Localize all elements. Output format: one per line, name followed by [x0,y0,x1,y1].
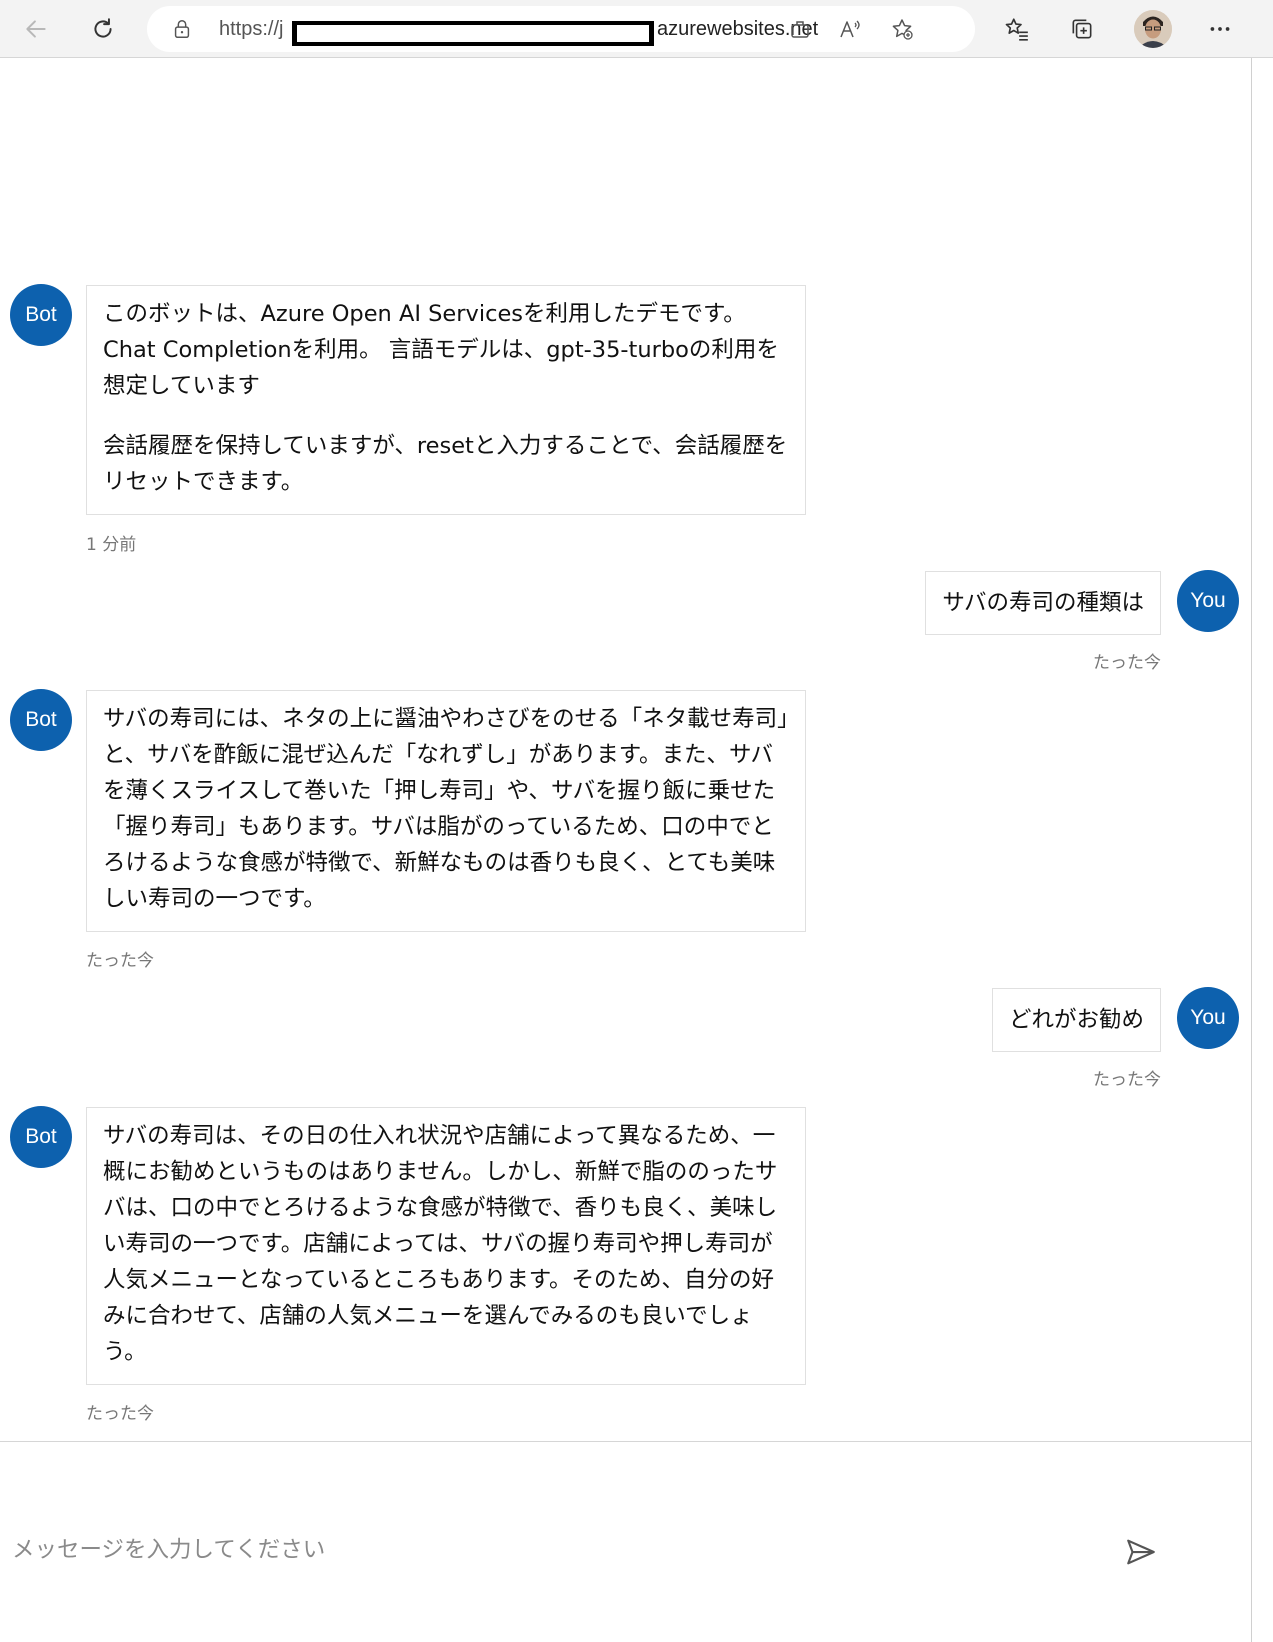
refresh-icon[interactable] [84,10,122,48]
app-available-icon[interactable] [785,14,815,44]
url-prefix: https://j [219,18,284,40]
message-timestamp: たった今 [1093,653,1161,673]
collections-icon[interactable] [1063,10,1101,48]
message-text: サバの寿司には、ネタの上に醤油やわさびをのせる「ネタ載せ寿司」と、サバを酢飯に混… [103,706,789,912]
lock-icon[interactable] [169,16,195,42]
message-composer [0,1441,1251,1642]
message-text: どれがお勧め [1008,1007,1144,1033]
page-divider [1251,58,1252,1642]
send-icon [1127,1539,1155,1565]
message-text: このボットは、Azure Open AI Servicesを利用したデモです。 … [103,301,779,399]
user-message: どれがお勧め [991,988,1161,1052]
address-bar[interactable]: https://j azurewebsites.net [147,6,975,52]
favorites-icon[interactable] [998,10,1036,48]
message-timestamp: たった今 [86,1404,154,1424]
send-button[interactable] [1119,1530,1163,1574]
message-text: サバの寿司の種類は [942,590,1144,616]
bot-message: サバの寿司は、その日の仕入れ状況や店舗によって異なるため、一概にお勧めというもの… [86,1107,806,1385]
user-message: サバの寿司の種類は [925,571,1161,635]
message-timestamp: 1 分前 [86,535,137,555]
message-timestamp: たった今 [86,951,154,971]
bot-message: このボットは、Azure Open AI Servicesを利用したデモです。 … [86,285,806,515]
message-text: サバの寿司は、その日の仕入れ状況や店舗によって異なるため、一概にお勧めというもの… [103,1123,778,1365]
bot-message: サバの寿司には、ネタの上に醤油やわさびをのせる「ネタ載せ寿司」と、サバを酢飯に混… [86,690,806,932]
profile-avatar[interactable] [1134,10,1172,48]
bot-avatar: Bot [10,284,72,346]
more-icon[interactable] [1201,10,1239,48]
add-favorite-icon[interactable] [887,14,917,44]
bot-avatar: Bot [10,1106,72,1168]
back-arrow-icon[interactable] [17,10,55,48]
message-text: 会話履歴を保持していますが、resetと入力することで、会話履歴をリセットできま… [103,433,788,495]
user-avatar: You [1177,570,1239,632]
message-input[interactable] [12,1530,1092,1570]
redacted-url-segment [292,21,654,46]
browser-toolbar: https://j azurewebsites.net [0,0,1273,58]
user-avatar: You [1177,987,1239,1049]
bot-avatar: Bot [10,689,72,751]
message-timestamp: たった今 [1093,1070,1161,1090]
read-aloud-icon[interactable] [835,14,865,44]
